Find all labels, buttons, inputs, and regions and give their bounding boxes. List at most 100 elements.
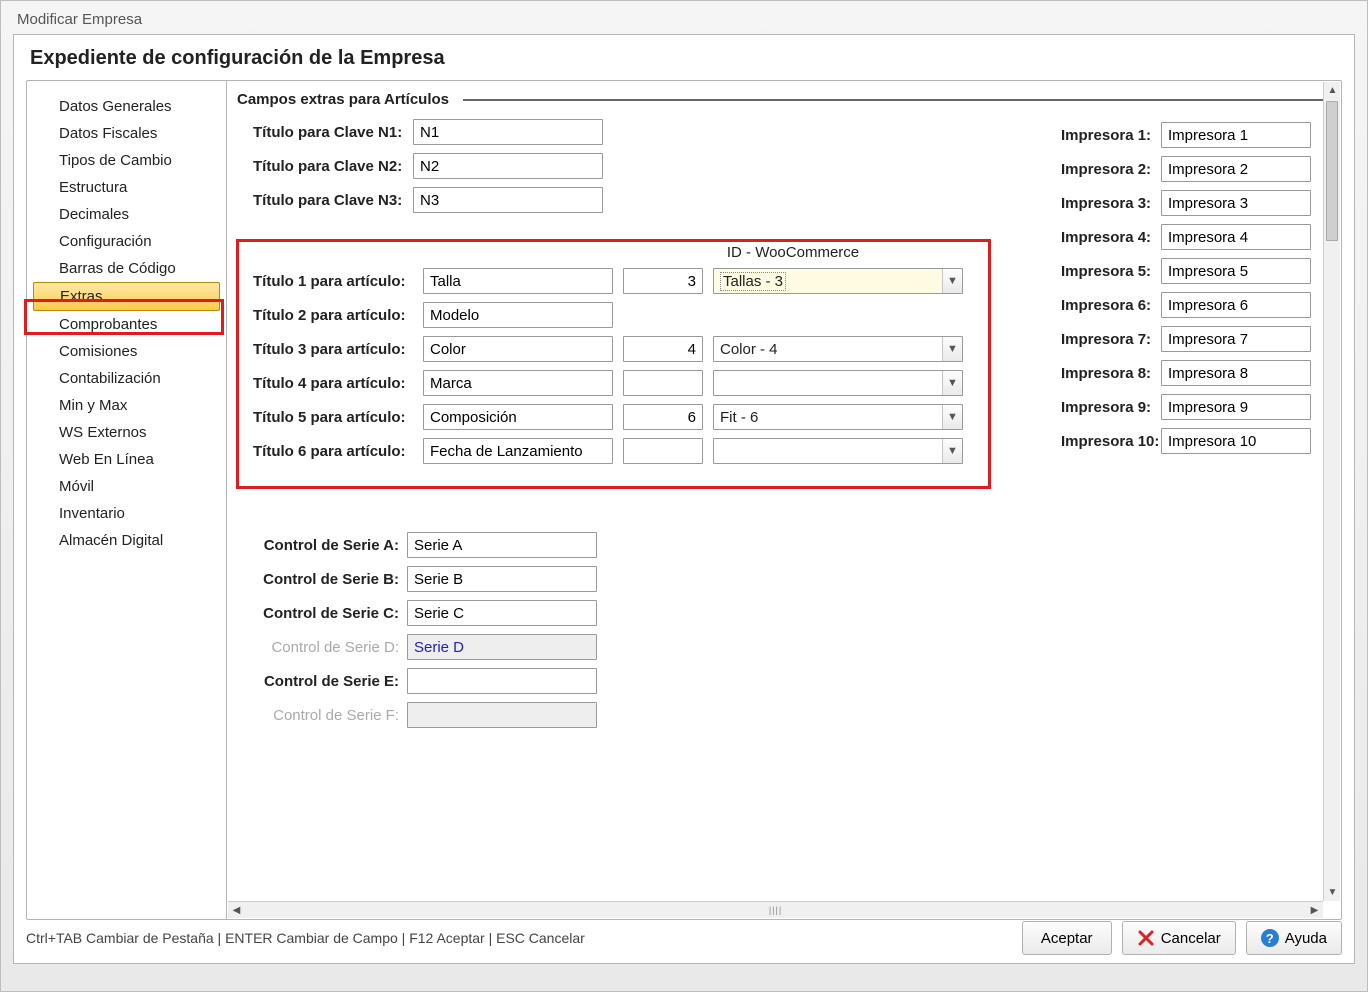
- input-serie-a[interactable]: [407, 532, 597, 558]
- input-articulo-5-id[interactable]: [623, 404, 703, 430]
- ok-button-label: Aceptar: [1041, 930, 1093, 947]
- sidebar-item-comisiones[interactable]: Comisiones: [27, 338, 226, 365]
- label-serie-e: Control de Serie E:: [253, 673, 407, 690]
- row-serie-a: Control de Serie A:: [253, 531, 1331, 559]
- label-articulo-2: Título 2 para artículo:: [253, 307, 423, 324]
- input-printer-8[interactable]: [1161, 360, 1311, 386]
- label-clave-n1: Título para Clave N1:: [253, 124, 413, 141]
- sidebar-item-comprobantes[interactable]: Comprobantes: [27, 311, 226, 338]
- input-articulo-1-name[interactable]: [423, 268, 613, 294]
- cancel-button[interactable]: Cancelar: [1122, 921, 1236, 955]
- sidebar-item-inventario[interactable]: Inventario: [27, 500, 226, 527]
- input-printer-6[interactable]: [1161, 292, 1311, 318]
- input-printer-4[interactable]: [1161, 224, 1311, 250]
- input-articulo-5-name[interactable]: [423, 404, 613, 430]
- input-serie-f: [407, 702, 597, 728]
- label-printer-9: Impresora 9:: [1061, 399, 1161, 416]
- input-serie-d: [407, 634, 597, 660]
- combo-articulo-6[interactable]: ▼: [713, 438, 963, 464]
- horizontal-scrollbar[interactable]: ◀ |||| ▶: [228, 901, 1323, 918]
- vertical-scrollbar[interactable]: ▲ ▼: [1323, 82, 1340, 901]
- input-articulo-3-id[interactable]: [623, 336, 703, 362]
- input-printer-5[interactable]: [1161, 258, 1311, 284]
- sidebar-item-min-max[interactable]: Min y Max: [27, 392, 226, 419]
- input-clave-n2[interactable]: [413, 153, 603, 179]
- label-printer-10: Impresora 10:: [1061, 433, 1161, 450]
- input-printer-9[interactable]: [1161, 394, 1311, 420]
- outer-panel: Expediente de configuración de la Empres…: [13, 34, 1355, 964]
- input-printer-3[interactable]: [1161, 190, 1311, 216]
- chevron-down-icon: ▼: [942, 439, 962, 463]
- input-serie-e[interactable]: [407, 668, 597, 694]
- input-printer-10[interactable]: [1161, 428, 1311, 454]
- help-button[interactable]: ? Ayuda: [1246, 921, 1342, 955]
- chevron-down-icon: ▼: [942, 337, 962, 361]
- vscroll-thumb[interactable]: [1326, 101, 1338, 241]
- sidebar-item-estructura[interactable]: Estructura: [27, 174, 226, 201]
- combo-articulo-4[interactable]: ▼: [713, 370, 963, 396]
- sidebar-item-contabilizacion[interactable]: Contabilización: [27, 365, 226, 392]
- button-bar: Aceptar Cancelar ? Ayuda: [1022, 921, 1342, 955]
- input-articulo-6-name[interactable]: [423, 438, 613, 464]
- input-articulo-3-name[interactable]: [423, 336, 613, 362]
- label-printer-5: Impresora 5:: [1061, 263, 1161, 280]
- section-rule: [463, 99, 1331, 101]
- label-articulo-4: Título 4 para artículo:: [253, 375, 423, 392]
- input-serie-b[interactable]: [407, 566, 597, 592]
- combo-articulo-3-text: Color - 4: [720, 341, 778, 358]
- input-clave-n1[interactable]: [413, 119, 603, 145]
- input-articulo-4-id[interactable]: [623, 370, 703, 396]
- combo-articulo-3[interactable]: Color - 4 ▼: [713, 336, 963, 362]
- sidebar-item-barras-codigo[interactable]: Barras de Código: [27, 255, 226, 282]
- tab-frame: Datos Generales Datos Fiscales Tipos de …: [26, 80, 1342, 920]
- label-articulo-6: Título 6 para artículo:: [253, 443, 423, 460]
- sidebar-item-extras[interactable]: Extras: [33, 282, 220, 311]
- scroll-up-icon[interactable]: ▲: [1324, 82, 1341, 99]
- label-printer-8: Impresora 8:: [1061, 365, 1161, 382]
- input-articulo-1-id[interactable]: [623, 268, 703, 294]
- cancel-button-label: Cancelar: [1161, 930, 1221, 947]
- label-printer-6: Impresora 6:: [1061, 297, 1161, 314]
- sidebar-item-tipos-cambio[interactable]: Tipos de Cambio: [27, 147, 226, 174]
- sidebar-item-configuracion[interactable]: Configuración: [27, 228, 226, 255]
- sidebar-item-datos-generales[interactable]: Datos Generales: [27, 93, 226, 120]
- label-articulo-3: Título 3 para artículo:: [253, 341, 423, 358]
- window-title: Modificar Empresa: [13, 9, 1355, 34]
- sidebar-item-ws-externos[interactable]: WS Externos: [27, 419, 226, 446]
- section-header: Campos extras para Artículos: [237, 91, 1331, 108]
- combo-articulo-5[interactable]: Fit - 6 ▼: [713, 404, 963, 430]
- footer-hint: Ctrl+TAB Cambiar de Pestaña | ENTER Camb…: [26, 930, 585, 946]
- hscroll-track[interactable]: ||||: [245, 902, 1306, 918]
- input-printer-7[interactable]: [1161, 326, 1311, 352]
- sidebar-item-datos-fiscales[interactable]: Datos Fiscales: [27, 120, 226, 147]
- chevron-down-icon: ▼: [942, 371, 962, 395]
- sidebar-item-movil[interactable]: Móvil: [27, 473, 226, 500]
- row-serie-b: Control de Serie B:: [253, 565, 1331, 593]
- sidebar-item-almacen-digital[interactable]: Almacén Digital: [27, 527, 226, 554]
- sidebar-item-decimales[interactable]: Decimales: [27, 201, 226, 228]
- scroll-left-icon[interactable]: ◀: [228, 902, 245, 919]
- scroll-down-icon[interactable]: ▼: [1324, 884, 1341, 901]
- input-articulo-4-name[interactable]: [423, 370, 613, 396]
- label-printer-7: Impresora 7:: [1061, 331, 1161, 348]
- chevron-down-icon: ▼: [942, 405, 962, 429]
- ok-button[interactable]: Aceptar: [1022, 921, 1112, 955]
- help-icon: ?: [1261, 929, 1279, 947]
- label-printer-4: Impresora 4:: [1061, 229, 1161, 246]
- input-serie-c[interactable]: [407, 600, 597, 626]
- label-printer-1: Impresora 1:: [1061, 127, 1161, 144]
- input-clave-n3[interactable]: [413, 187, 603, 213]
- scroll-right-icon[interactable]: ▶: [1306, 902, 1323, 919]
- printers-column: Impresora 1: Impresora 2: Impresora 3: I…: [1061, 121, 1311, 461]
- sidebar-item-web-en-linea[interactable]: Web En Línea: [27, 446, 226, 473]
- combo-articulo-1[interactable]: Tallas - 3 ▼: [713, 268, 963, 294]
- sidebar: Datos Generales Datos Fiscales Tipos de …: [27, 81, 227, 919]
- section-title: Campos extras para Artículos: [237, 91, 449, 108]
- content-area: Campos extras para Artículos Título para…: [227, 81, 1341, 919]
- row-serie-d: Control de Serie D:: [253, 633, 1331, 661]
- input-articulo-2-name[interactable]: [423, 302, 613, 328]
- input-printer-1[interactable]: [1161, 122, 1311, 148]
- label-printer-2: Impresora 2:: [1061, 161, 1161, 178]
- input-articulo-6-id[interactable]: [623, 438, 703, 464]
- input-printer-2[interactable]: [1161, 156, 1311, 182]
